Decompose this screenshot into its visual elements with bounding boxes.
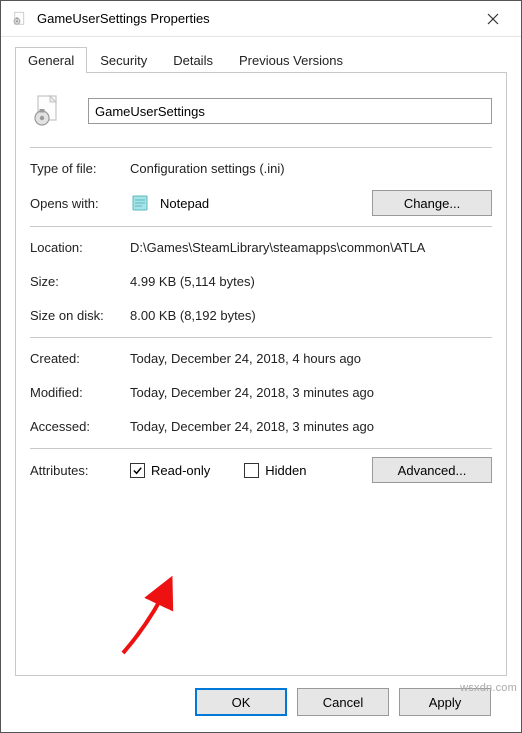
- notepad-icon: [130, 193, 150, 213]
- opens-with-value: Notepad: [160, 196, 209, 211]
- tab-details[interactable]: Details: [160, 47, 226, 73]
- file-type-icon: [30, 93, 66, 129]
- accessed-value: Today, December 24, 2018, 3 minutes ago: [130, 419, 492, 434]
- type-of-file-value: Configuration settings (.ini): [130, 161, 492, 176]
- size-on-disk-label: Size on disk:: [30, 308, 130, 323]
- separator: [30, 226, 492, 227]
- type-of-file-label: Type of file:: [30, 161, 130, 176]
- filename-input[interactable]: [88, 98, 492, 124]
- tab-general[interactable]: General: [15, 47, 87, 73]
- location-label: Location:: [30, 240, 130, 255]
- location-value: D:\Games\SteamLibrary\steamapps\common\A…: [130, 240, 492, 255]
- advanced-button[interactable]: Advanced...: [372, 457, 492, 483]
- general-panel: Type of file: Configuration settings (.i…: [15, 73, 507, 676]
- window-title: GameUserSettings Properties: [37, 11, 471, 26]
- tab-bar: General Security Details Previous Versio…: [15, 47, 507, 73]
- separator: [30, 147, 492, 148]
- modified-label: Modified:: [30, 385, 130, 400]
- dialog-footer: OK Cancel Apply: [15, 676, 507, 732]
- file-icon: [11, 10, 29, 28]
- accessed-label: Accessed:: [30, 419, 130, 434]
- modified-value: Today, December 24, 2018, 3 minutes ago: [130, 385, 492, 400]
- separator: [30, 337, 492, 338]
- size-label: Size:: [30, 274, 130, 289]
- attributes-label: Attributes:: [30, 463, 130, 478]
- separator: [30, 448, 492, 449]
- cancel-button[interactable]: Cancel: [297, 688, 389, 716]
- read-only-label: Read-only: [151, 463, 210, 478]
- tab-security[interactable]: Security: [87, 47, 160, 73]
- close-button[interactable]: [471, 5, 515, 33]
- size-value: 4.99 KB (5,114 bytes): [130, 274, 492, 289]
- size-on-disk-value: 8.00 KB (8,192 bytes): [130, 308, 492, 323]
- created-label: Created:: [30, 351, 130, 366]
- hidden-checkbox[interactable]: [244, 463, 259, 478]
- tab-previous-versions[interactable]: Previous Versions: [226, 47, 356, 73]
- watermark: wsxdn.com: [460, 682, 517, 694]
- change-button[interactable]: Change...: [372, 190, 492, 216]
- properties-dialog: GameUserSettings Properties General Secu…: [0, 0, 522, 733]
- read-only-checkbox[interactable]: [130, 463, 145, 478]
- opens-with-label: Opens with:: [30, 196, 130, 211]
- ok-button[interactable]: OK: [195, 688, 287, 716]
- hidden-label: Hidden: [265, 463, 306, 478]
- created-value: Today, December 24, 2018, 4 hours ago: [130, 351, 492, 366]
- checkmark-icon: [132, 465, 143, 476]
- close-icon: [487, 13, 499, 25]
- titlebar: GameUserSettings Properties: [1, 1, 521, 37]
